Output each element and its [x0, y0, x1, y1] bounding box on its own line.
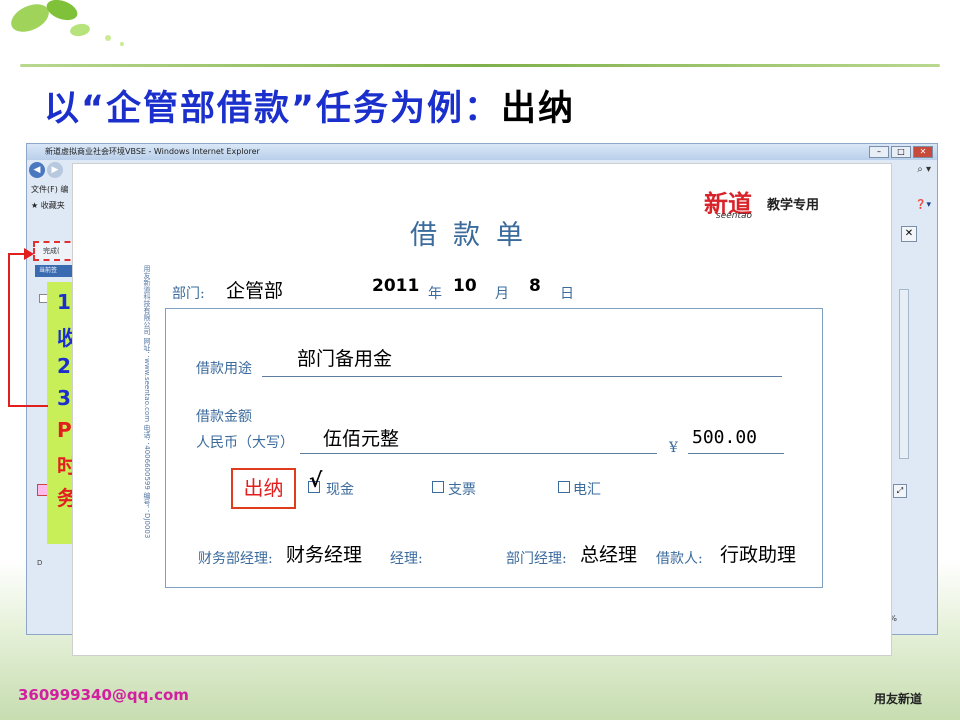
- forward-button[interactable]: ▶: [47, 162, 63, 178]
- logo-subtitle: 教学专用: [767, 198, 820, 213]
- month-value: 10: [453, 276, 477, 296]
- arrow-right-icon: [24, 248, 34, 260]
- menu-edit[interactable]: 编: [60, 185, 68, 194]
- close-window-button[interactable]: ✕: [913, 146, 933, 158]
- star-icon: ★: [31, 201, 39, 210]
- help-icon[interactable]: ❓▾: [915, 200, 931, 210]
- year-value: 2011: [372, 276, 420, 296]
- fin-manager-label: 财务部经理:: [198, 551, 273, 567]
- title-divider-line: [20, 64, 940, 67]
- favorites-bar: ★ 收藏夹: [31, 200, 65, 211]
- left-panel-text: D: [37, 559, 43, 567]
- logo-english: seentao: [716, 211, 753, 221]
- amount-label: 借款金额: [196, 409, 252, 425]
- menu-file[interactable]: 文件(F): [31, 185, 58, 194]
- ie-window-title: 新道虚拟商业社会环境VBSE - Windows Internet Explor…: [45, 147, 260, 156]
- cash-label: 现金: [326, 482, 354, 498]
- dept-manager-value: 总经理: [580, 544, 638, 566]
- manager-label-suffix: 经理:: [390, 551, 423, 567]
- cheque-checkbox[interactable]: [432, 481, 444, 493]
- favorites-button[interactable]: 收藏夹: [41, 201, 65, 210]
- slide-title: 以“企管部借款”任务为例：出纳: [44, 80, 576, 129]
- wire-label: 电汇: [573, 482, 601, 498]
- day-value: 8: [529, 276, 541, 296]
- form-title: 借款单: [410, 220, 539, 251]
- amount-number-underline: [688, 453, 784, 454]
- fin-manager-value: 财务经理: [286, 544, 363, 566]
- dept-manager-label: 部门经理:: [506, 551, 567, 567]
- close-pane-button[interactable]: ✕: [901, 226, 917, 242]
- borrower-value: 行政助理: [720, 544, 797, 566]
- cashier-highlight: 出纳: [231, 468, 296, 509]
- tab-current-label: 当前签: [39, 267, 58, 274]
- dept-label: 部门:: [172, 286, 205, 302]
- borrower-label: 借款人:: [656, 551, 703, 567]
- purpose-label: 借款用途: [196, 361, 252, 377]
- amount-text-underline: [300, 453, 657, 454]
- maximize-button[interactable]: □: [891, 146, 911, 158]
- expand-icon[interactable]: ⤢: [893, 484, 907, 498]
- back-button[interactable]: ◀: [29, 162, 45, 178]
- cheque-label: 支票: [448, 482, 476, 498]
- slide-title-highlight: 出纳: [501, 89, 576, 129]
- wire-checkbox[interactable]: [558, 481, 570, 493]
- ie-menu-bar: 文件(F) 编: [31, 184, 68, 195]
- purpose-underline: [262, 376, 782, 377]
- minimize-button[interactable]: –: [869, 146, 889, 158]
- footer-email: 360999340@qq.com: [18, 686, 189, 704]
- rmb-uppercase-label: 人民币（大写）: [196, 435, 294, 451]
- tab-done-label: 完成(: [43, 247, 60, 255]
- ie-nav-buttons: ◀ ▶: [29, 162, 63, 178]
- amount-number-value: 500.00: [692, 427, 758, 448]
- yen-symbol: ¥: [669, 440, 678, 456]
- connector-line-vertical: [8, 253, 10, 406]
- search-icon[interactable]: ⌕ ▾: [917, 164, 931, 175]
- ie-window-controls: – □ ✕: [869, 146, 933, 158]
- cash-checkmark-icon: √: [309, 468, 323, 492]
- slide-title-prefix: 以“企管部借款”任务为例：: [44, 89, 502, 129]
- scrollbar[interactable]: [899, 289, 909, 459]
- purpose-value: 部门备用金: [297, 348, 393, 370]
- connector-line-bottom: [8, 405, 48, 407]
- year-label: 年: [428, 286, 442, 302]
- leaves-decoration-icon: [11, 0, 124, 46]
- ie-title-bar: 新道虚拟商业社会环境VBSE - Windows Internet Explor…: [27, 144, 937, 160]
- month-label: 月: [495, 286, 509, 302]
- day-label: 日: [560, 286, 574, 302]
- dept-value: 企管部: [226, 280, 284, 302]
- footer-brand-logo: 用友新道: [874, 692, 923, 706]
- amount-text-value: 伍佰元整: [323, 428, 400, 450]
- form-side-info: 用友新道科技有限公司 网址：www.seentao.com 电话：4006600…: [143, 265, 151, 539]
